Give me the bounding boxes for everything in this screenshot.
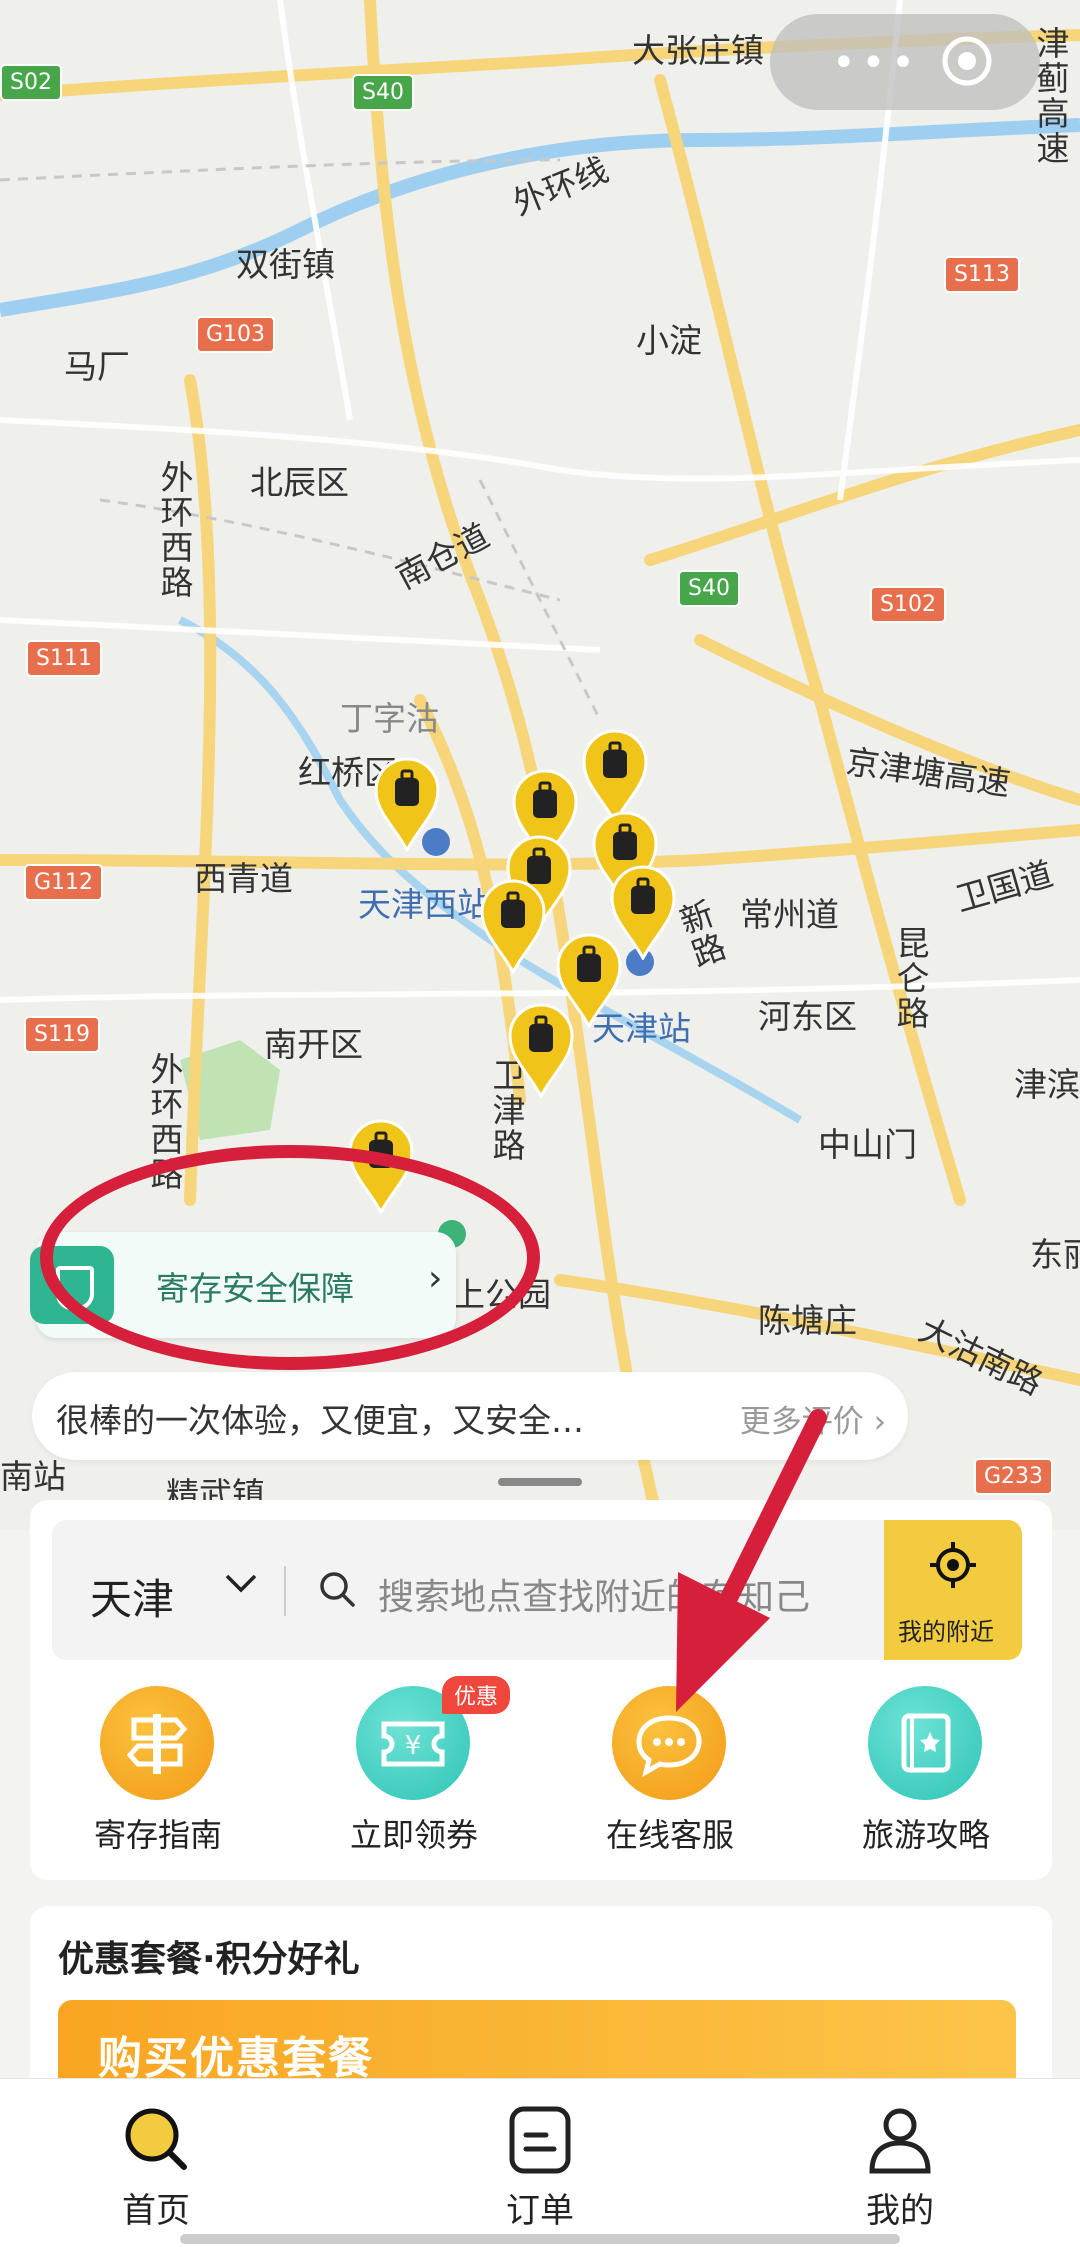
quick-action-support[interactable]: 在线客服 (550, 1686, 790, 1856)
annotation-ellipse (40, 1145, 540, 1370)
quick-action-guide[interactable]: 寄存指南 (38, 1686, 278, 1856)
road-shield: G112 (24, 864, 104, 901)
luggage-pin-icon[interactable] (508, 1002, 574, 1098)
map-label: 小淀 (636, 321, 702, 360)
luggage-pin-icon[interactable] (374, 756, 440, 852)
order-icon (509, 2106, 571, 2174)
quick-action-label: 寄存指南 (93, 1816, 222, 1854)
map-label: 西青道 (194, 859, 293, 898)
drag-handle[interactable] (498, 1478, 582, 1486)
signpost-icon (100, 1686, 214, 1800)
map-label: 大张庄镇 (632, 31, 764, 70)
map-label: 马厂 (64, 347, 130, 386)
city-selector[interactable]: 天津 (90, 1566, 174, 1627)
road-shield: G233 (974, 1458, 1054, 1495)
tab-label: 订单 (506, 2191, 574, 2231)
map-label: 双街镇 (236, 245, 335, 284)
more-dots-icon[interactable]: ••• (832, 40, 921, 86)
chat-icon (612, 1686, 726, 1800)
tab-orders[interactable]: 订单 (440, 2079, 640, 2247)
quick-action-travel[interactable]: 旅游攻略 (806, 1686, 1046, 1856)
promo-title: 优惠套餐·积分好礼 (58, 1939, 360, 1980)
review-bubble[interactable]: 很棒的一次体验，又便宜，又安全… 更多评价 › (32, 1372, 908, 1460)
review-text: 很棒的一次体验，又便宜，又安全… (56, 1401, 584, 1440)
map-label: 天津西站 (358, 885, 490, 924)
mini-program-capsule: ••• (770, 14, 1040, 110)
chevron-down-icon[interactable] (224, 1572, 258, 1594)
road-shield: S119 (24, 1016, 100, 1053)
guidebook-icon (868, 1686, 982, 1800)
nearby-label: 我的附近 (898, 1618, 994, 1646)
locate-icon (930, 1542, 976, 1588)
quick-action-label: 旅游攻略 (861, 1816, 990, 1854)
road-shield: S111 (26, 640, 102, 677)
map-label: 北辰区 (250, 463, 349, 502)
luggage-pin-icon[interactable] (480, 878, 546, 974)
home-indicator (180, 2234, 900, 2244)
map-label: 河东区 (758, 997, 857, 1036)
divider (284, 1566, 286, 1616)
search-home-icon (125, 2108, 187, 2170)
map-label: 外环西路 (155, 460, 194, 600)
search-icon (320, 1572, 355, 1607)
road-shield: G103 (196, 316, 276, 353)
road-shield: S113 (944, 256, 1020, 293)
search-bar: 天津 搜索地点查找附近的存知己 我的附近 (52, 1520, 1022, 1660)
quick-action-coupon[interactable]: ¥ 优惠 立即领券 (294, 1676, 534, 1856)
quick-action-label: 立即领券 (349, 1816, 478, 1854)
road-shield: S02 (0, 64, 62, 101)
tab-home[interactable]: 首页 (56, 2079, 256, 2247)
map-label: 丁字沽 (340, 699, 439, 738)
map-label: 昆仑路 (891, 926, 930, 1031)
target-close-icon[interactable] (940, 34, 994, 88)
map-label: 常州道 (740, 895, 839, 934)
tab-profile[interactable]: 我的 (800, 2079, 1000, 2247)
map-label: 陈塘庄 (758, 1301, 857, 1340)
road-shield: S40 (678, 570, 740, 607)
map-label: 南开区 (264, 1025, 363, 1064)
svg-text:¥: ¥ (405, 1731, 422, 1761)
tab-label: 首页 (122, 2191, 190, 2231)
map-label: 南站 (0, 1457, 66, 1496)
tab-bar: 首页 订单 我的 (0, 2078, 1080, 2247)
road-shield: S40 (352, 74, 414, 111)
search-input[interactable]: 搜索地点查找附近的存知己 (378, 1568, 810, 1620)
map-label: 津滨 (1014, 1065, 1080, 1104)
more-reviews-link[interactable]: 更多评价 › (740, 1396, 886, 1441)
nearby-button[interactable]: 我的附近 (884, 1520, 1022, 1660)
promo-banner-text: 购买优惠套餐 (98, 2033, 374, 2084)
bottom-panel: 天津 搜索地点查找附近的存知己 我的附近 寄存指南 ¥ 优惠 立即领券 在线客服… (30, 1500, 1052, 1880)
map-label: 中山门 (818, 1125, 917, 1164)
promo-badge: 优惠 (442, 1676, 511, 1714)
map-label: 东丽 (1030, 1235, 1080, 1274)
quick-action-label: 在线客服 (605, 1816, 734, 1854)
road-shield: S102 (870, 586, 946, 623)
tab-label: 我的 (866, 2191, 934, 2231)
profile-icon (869, 2108, 931, 2174)
